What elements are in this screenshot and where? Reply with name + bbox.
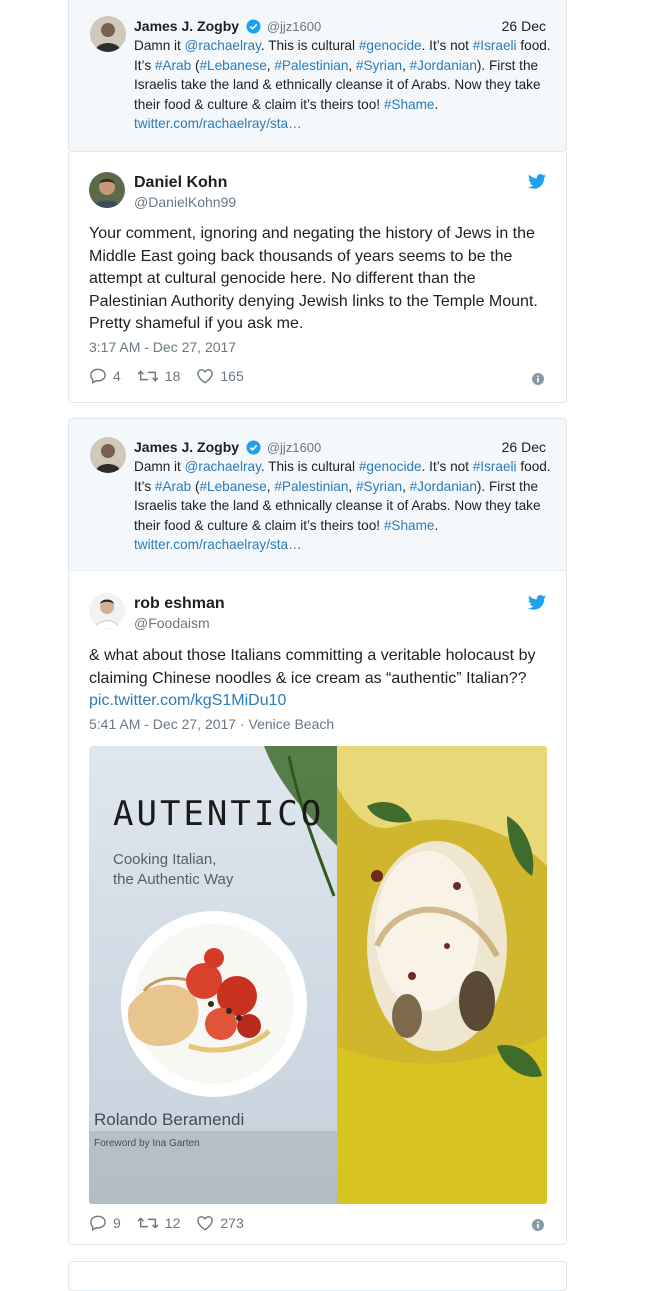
- avatar[interactable]: [90, 437, 126, 473]
- info-icon[interactable]: [532, 372, 544, 390]
- tweet-card-partial: James J. Zogby @jjz1600 26 Dec Damn it @…: [68, 0, 567, 152]
- retweet-icon: [137, 1217, 159, 1229]
- quoted-author-name[interactable]: James J. Zogby: [134, 439, 239, 455]
- quoted-author-name[interactable]: James J. Zogby: [134, 18, 239, 34]
- like-button[interactable]: 273: [196, 1215, 244, 1231]
- author-name[interactable]: rob eshman: [134, 595, 225, 613]
- hashtag-link[interactable]: #Lebanese: [200, 479, 267, 494]
- hashtag-link[interactable]: #Palestinian: [274, 479, 348, 494]
- book-title: AUTENTICO: [113, 794, 325, 834]
- info-icon[interactable]: [532, 1218, 544, 1236]
- reply-count: 9: [113, 1215, 121, 1231]
- hashtag-link[interactable]: #Shame: [384, 97, 435, 112]
- tweet-actions: 4 18 165: [89, 368, 260, 384]
- book-subtitle: Cooking Italian, the Authentic Way: [113, 851, 234, 888]
- tweet-text: & what about those Italians committing a…: [89, 647, 536, 710]
- quoted-text: Damn it @rachaelray. This is cultural #g…: [134, 459, 551, 553]
- avatar[interactable]: [90, 16, 126, 52]
- quoted-tweet[interactable]: James J. Zogby @jjz1600 26 Dec Damn it @…: [69, 419, 566, 571]
- hashtag-link[interactable]: #Arab: [155, 58, 191, 73]
- quoted-url-link[interactable]: twitter.com/rachaelray/sta…: [134, 537, 302, 552]
- tweet-card: James J. Zogby @jjz1600 26 Dec Damn it @…: [68, 418, 567, 1245]
- like-count: 273: [220, 1215, 244, 1231]
- like-button[interactable]: 165: [196, 368, 244, 384]
- hashtag-link[interactable]: #genocide: [359, 459, 422, 474]
- author-handle[interactable]: @Foodaism: [134, 615, 210, 631]
- reply-icon: [90, 368, 106, 384]
- reply-button[interactable]: 9: [89, 1215, 121, 1231]
- mention-link[interactable]: @rachaelray: [185, 38, 261, 53]
- reply-icon: [90, 1215, 106, 1231]
- hashtag-link[interactable]: #Shame: [384, 518, 435, 533]
- tweet-text: Your comment, ignoring and negating the …: [89, 225, 538, 333]
- book-foreword: Foreword by Ina Garten: [94, 1138, 200, 1149]
- heart-icon: [197, 1216, 214, 1231]
- retweet-button[interactable]: 12: [137, 1215, 181, 1231]
- mention-link[interactable]: @rachaelray: [185, 459, 261, 474]
- quoted-text: Damn it @rachaelray. This is cultural #g…: [134, 38, 551, 132]
- twitter-bird-icon[interactable]: [528, 174, 546, 194]
- reply-count: 4: [113, 368, 121, 384]
- tweet-card: Daniel Kohn @DanielKohn99 Your comment, …: [68, 152, 567, 403]
- reply-button[interactable]: 4: [89, 368, 121, 384]
- tweet-timestamp[interactable]: 5:41 AM - Dec 27, 2017 · Venice Beach: [89, 716, 334, 732]
- avatar[interactable]: [89, 172, 125, 208]
- hashtag-link[interactable]: #Lebanese: [200, 58, 267, 73]
- retweet-icon: [137, 370, 159, 382]
- author-name[interactable]: Daniel Kohn: [134, 174, 227, 192]
- hashtag-link[interactable]: #Israeli: [473, 38, 517, 53]
- tweet-media[interactable]: AUTENTICO Cooking Italian, the Authentic…: [89, 746, 547, 1204]
- hashtag-link[interactable]: #Arab: [155, 479, 191, 494]
- retweet-button[interactable]: 18: [137, 368, 181, 384]
- tweet-card-partial: [68, 1261, 567, 1291]
- retweet-count: 12: [164, 1215, 181, 1231]
- hashtag-link[interactable]: #Jordanian: [410, 479, 477, 494]
- hashtag-link[interactable]: #genocide: [359, 38, 422, 53]
- hashtag-link[interactable]: #Israeli: [473, 459, 517, 474]
- heart-icon: [197, 369, 214, 384]
- book-cover-image: AUTENTICO Cooking Italian, the Authentic…: [89, 746, 337, 1204]
- twitter-bird-icon[interactable]: [528, 595, 546, 615]
- quoted-tweet[interactable]: James J. Zogby @jjz1600 26 Dec Damn it @…: [69, 0, 566, 151]
- quoted-url-link[interactable]: twitter.com/rachaelray/sta…: [134, 116, 302, 131]
- avatar[interactable]: [89, 593, 125, 629]
- retweet-count: 18: [164, 368, 181, 384]
- author-handle[interactable]: @DanielKohn99: [134, 194, 236, 210]
- quoted-date[interactable]: 26 Dec: [502, 438, 546, 456]
- hashtag-link[interactable]: #Syrian: [356, 58, 402, 73]
- hashtag-link[interactable]: #Palestinian: [274, 58, 348, 73]
- hashtag-link[interactable]: #Jordanian: [410, 58, 477, 73]
- quoted-author-handle[interactable]: @jjz1600: [267, 19, 321, 34]
- burrata-photo: [337, 746, 547, 1204]
- quoted-date[interactable]: 26 Dec: [502, 17, 546, 35]
- hashtag-link[interactable]: #Syrian: [356, 479, 402, 494]
- book-author: Rolando Beramendi: [94, 1110, 245, 1129]
- like-count: 165: [220, 368, 244, 384]
- media-link[interactable]: pic.twitter.com/kgS1MiDu10: [89, 692, 286, 709]
- tweet-timestamp[interactable]: 3:17 AM - Dec 27, 2017: [89, 339, 236, 355]
- tweet-actions: 9 12 273: [89, 1215, 260, 1231]
- quoted-author-handle[interactable]: @jjz1600: [267, 440, 321, 455]
